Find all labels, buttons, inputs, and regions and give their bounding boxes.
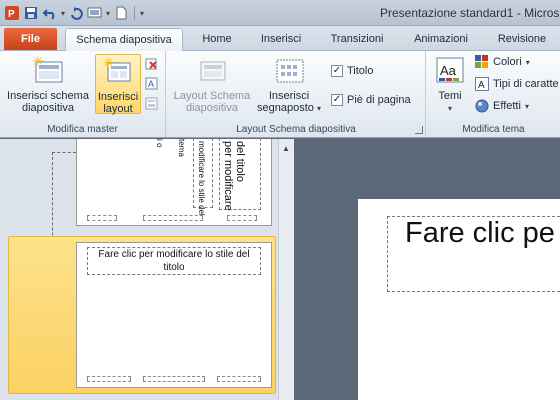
master-layout-icon — [197, 56, 227, 87]
footer-checkbox[interactable]: ✓ — [331, 94, 343, 106]
insert-slide-master-icon: ✳ — [32, 54, 64, 87]
effects-button[interactable]: Effetti ▾ — [475, 99, 529, 113]
themes-button[interactable]: Aa Temi ▾ — [433, 54, 467, 114]
thumb2-title-placeholder: Fare clic per modificare lo stile del ti… — [87, 247, 261, 275]
title-checkbox[interactable]: ✓ — [331, 65, 343, 77]
thumbnail-scrollbar[interactable]: ▲ — [278, 139, 294, 400]
group-master-layout: Layout Schema diapositiva Inserisci segn… — [167, 51, 426, 137]
footer-checkbox-row[interactable]: ✓ Piè di pagina — [331, 94, 411, 106]
insert-layout-label: Inserisci layout — [97, 91, 139, 115]
delete-icon[interactable] — [145, 57, 159, 74]
ribbon-tabs: File Schema diapositiva Home Inserisci T… — [0, 26, 560, 51]
slideshow-dropdown-icon[interactable]: ▾ — [106, 9, 110, 18]
preserve-icon[interactable] — [145, 97, 159, 114]
group-edit-master: ✳ Inserisci schema diapositiva ✳ Inseris… — [0, 51, 166, 137]
thumb1-footer-text — [143, 215, 203, 221]
group-master-layout-launcher-icon[interactable] — [415, 126, 423, 134]
colors-label: Colori — [493, 56, 522, 68]
svg-text:A: A — [478, 80, 485, 91]
powerpoint-app-icon[interactable]: P — [4, 5, 20, 21]
save-icon[interactable] — [23, 5, 39, 21]
slide-title-text: Fare clic pe — [405, 217, 555, 249]
group-edit-theme: Aa Temi ▾ Colori ▾ A Tipi di caratte Effe… — [427, 51, 560, 137]
effects-dropdown-icon: ▾ — [524, 101, 529, 111]
insert-slide-master-button[interactable]: ✳ Inserisci schema diapositiva — [4, 54, 92, 114]
undo-icon[interactable] — [42, 5, 58, 21]
undo-dropdown-icon[interactable]: ▾ — [61, 9, 65, 18]
tab-home[interactable]: Home — [191, 28, 243, 50]
master-connector-line-top — [52, 152, 76, 153]
new-document-icon[interactable] — [113, 5, 129, 21]
thumb1-vertical-placeholder-2: del titolo per modificare — [219, 139, 261, 211]
customize-qat-icon[interactable]: ▾ — [140, 9, 144, 18]
colors-icon — [475, 55, 488, 68]
themes-icon: Aa — [435, 56, 465, 87]
themes-label: Temi ▾ — [438, 90, 461, 115]
svg-text:✳: ✳ — [32, 56, 44, 70]
fonts-button[interactable]: A Tipi di caratte — [475, 77, 559, 91]
thumb1-vertical-text-e: i o — [155, 139, 164, 148]
tab-transitions[interactable]: Transizioni — [321, 28, 393, 50]
thumb1-vertical-text-a: modificare lo stile del — [197, 141, 206, 216]
insert-placeholder-label: Inserisci segnaposto ▾ — [257, 90, 321, 115]
thumb1-vertical-text-c: per modificare — [222, 141, 234, 211]
layout-thumbnail-2[interactable]: Fare clic per modificare lo stile del ti… — [76, 242, 272, 388]
tab-slide-master[interactable]: Schema diapositiva — [65, 28, 183, 51]
themes-dropdown-icon: ▾ — [447, 104, 452, 113]
redo-icon[interactable] — [68, 5, 84, 21]
rename-icon[interactable]: A — [145, 77, 159, 94]
tab-file[interactable]: File — [4, 28, 57, 50]
group-master-layout-label: Layout Schema diapositiva — [236, 124, 356, 135]
title-checkbox-label: Titolo — [347, 65, 374, 77]
group-edit-theme-label: Modifica tema — [462, 124, 525, 135]
title-bar: P ▾ ▾ ▾ Presentazione standard1 - Micros — [0, 0, 560, 26]
insert-placeholder-text: Inserisci segnaposto — [257, 90, 314, 114]
scroll-up-icon[interactable]: ▲ — [282, 144, 290, 153]
thumb1-vertical-text-d: tema — [177, 139, 186, 157]
insert-layout-button[interactable]: ✳ Inserisci layout — [95, 54, 141, 115]
ribbon: ✳ Inserisci schema diapositiva ✳ Inseris… — [0, 50, 560, 138]
thumb2-footer-number — [217, 376, 261, 382]
tab-review[interactable]: Revisione — [488, 28, 556, 50]
effects-label: Effetti — [493, 100, 521, 112]
fonts-label: Tipi di caratte — [493, 78, 559, 90]
colors-dropdown-icon: ▾ — [525, 57, 530, 67]
layout-thumbnail-1[interactable]: i o tema modificare lo stile del del tit… — [76, 139, 272, 226]
window-title: Presentazione standard1 - Micros — [380, 6, 560, 20]
themes-text: Temi — [438, 90, 462, 102]
thumb1-vertical-placeholder-1: modificare lo stile del — [193, 139, 213, 216]
thumb2-footer-date — [87, 376, 131, 382]
group-edit-master-label: Modifica master — [47, 124, 118, 135]
footer-checkbox-label: Piè di pagina — [347, 94, 411, 106]
tab-animations[interactable]: Animazioni — [404, 28, 478, 50]
insert-placeholder-dropdown-icon: ▾ — [316, 104, 321, 113]
svg-text:P: P — [8, 9, 15, 20]
colors-button[interactable]: Colori ▾ — [475, 55, 530, 69]
thumb1-vertical-text-b: del titolo — [234, 141, 246, 182]
master-layout-button[interactable]: Layout Schema diapositiva — [171, 54, 253, 114]
tab-insert[interactable]: Inserisci — [250, 28, 312, 50]
slide-title-placeholder[interactable]: Fare clic pe — [387, 216, 560, 292]
insert-slide-master-label: Inserisci schema diapositiva — [7, 90, 89, 114]
fonts-icon: A — [475, 77, 489, 91]
title-checkbox-row[interactable]: ✓ Titolo — [331, 65, 374, 77]
thumb1-footer-date — [87, 215, 117, 221]
insert-placeholder-icon — [273, 56, 305, 87]
insert-layout-icon: ✳ — [103, 56, 133, 88]
master-layout-label: Layout Schema diapositiva — [173, 90, 251, 114]
svg-text:✳: ✳ — [103, 57, 114, 71]
thumb2-footer-text — [143, 376, 205, 382]
svg-text:Aa: Aa — [440, 63, 457, 78]
svg-text:A: A — [148, 79, 154, 89]
insert-placeholder-button[interactable]: Inserisci segnaposto ▾ — [255, 54, 323, 114]
qat-separator — [134, 6, 136, 20]
quick-access-toolbar: P ▾ ▾ ▾ — [4, 4, 144, 22]
effects-icon — [475, 99, 489, 113]
slideshow-icon[interactable] — [87, 5, 103, 21]
thumb1-footer-number — [227, 215, 257, 221]
